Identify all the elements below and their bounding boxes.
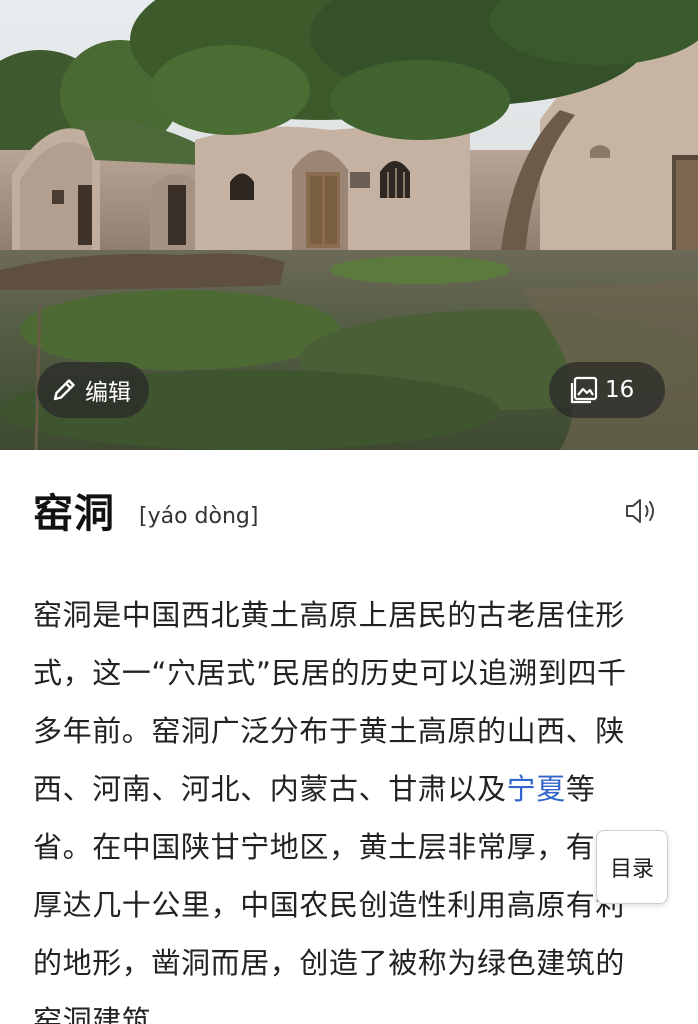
edit-button[interactable]: 编辑: [37, 362, 149, 418]
pencil-icon: [49, 375, 79, 405]
image-count: 16: [605, 377, 635, 403]
summary-text-end: 等省。在中国陕甘宁地区，黄土层非常厚，有的厚达几十公里，中国农民创造性利用高原有…: [33, 772, 626, 1024]
edit-label: 编辑: [85, 380, 131, 406]
gallery-button[interactable]: 16: [549, 362, 665, 418]
speaker-icon: [622, 499, 662, 532]
article-page: 编辑 16 窑洞 [yáo dòng] 窑洞是中国西北黄土高原上居民的古老居住形…: [0, 0, 698, 1024]
table-of-contents-button[interactable]: 目录: [596, 830, 668, 904]
image-gallery-icon: [569, 375, 599, 405]
entry-pinyin: [yáo dòng]: [139, 503, 259, 529]
entry-header: 窑洞 [yáo dòng]: [33, 480, 258, 540]
link-ningxia[interactable]: 宁夏: [507, 772, 566, 806]
pronunciation-button[interactable]: [622, 494, 662, 528]
entry-title: 窑洞: [33, 491, 115, 537]
hero-image[interactable]: 编辑 16: [0, 0, 698, 450]
entry-summary: 窑洞是中国西北黄土高原上居民的古老居住形式，这一“穴居式”民居的历史可以追溯到四…: [33, 586, 651, 1024]
